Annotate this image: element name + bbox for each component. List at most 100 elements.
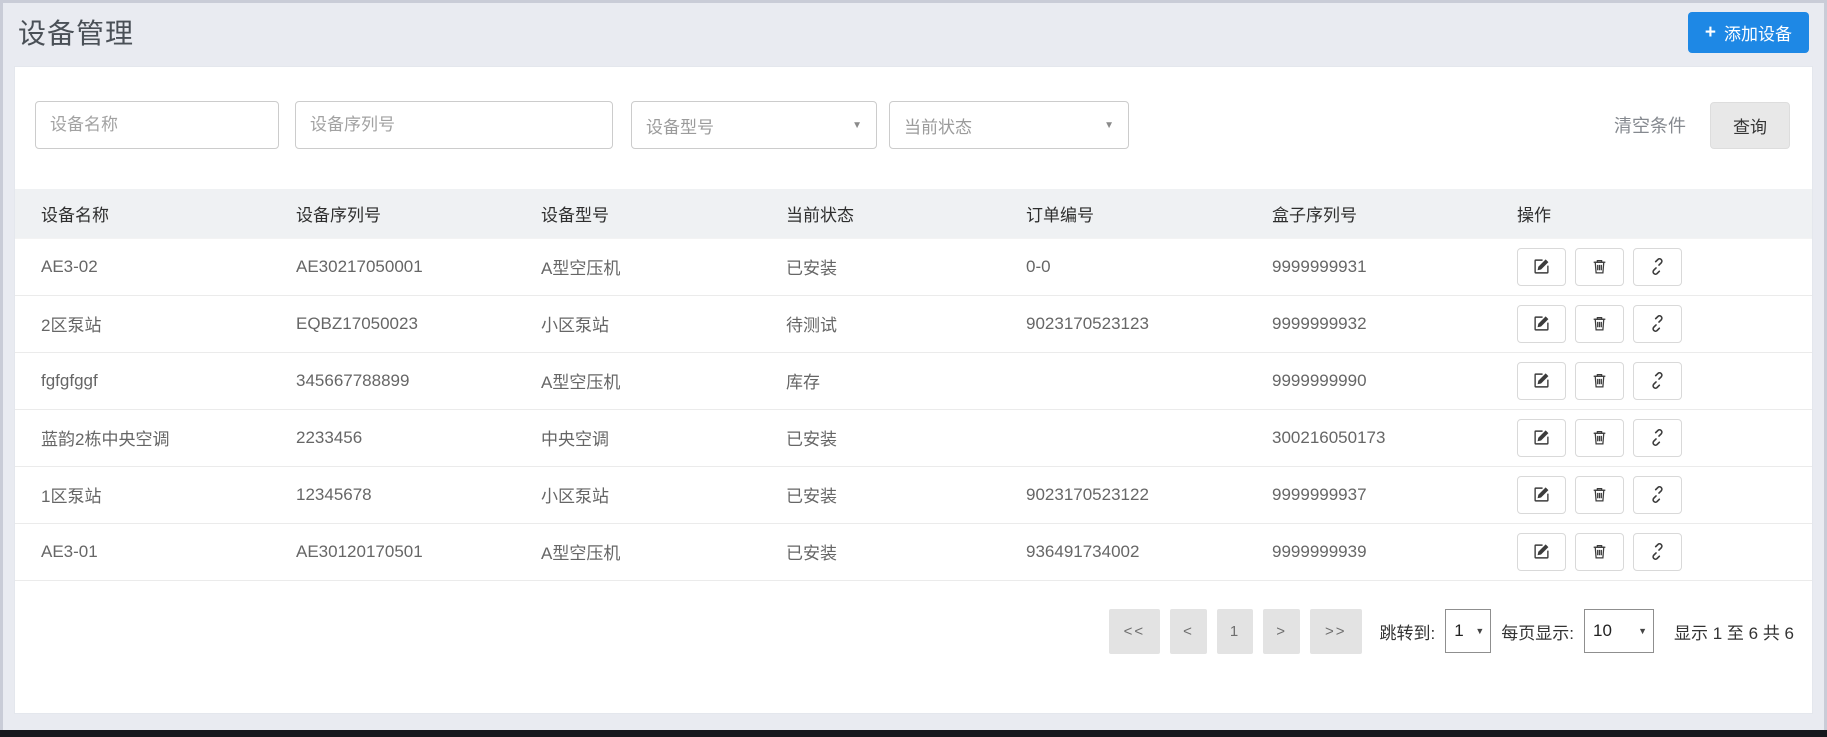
cell-device-serial: 12345678 (296, 466, 541, 524)
edit-button[interactable] (1517, 247, 1566, 286)
edit-icon (1534, 316, 1549, 331)
cell-device-serial: AE30120170501 (296, 523, 541, 581)
col-header-actions: 操作 (1517, 189, 1812, 238)
cell-status: 已安装 (786, 237, 1026, 296)
content-card: 设备型号 ▼ 当前状态 ▼ 清空条件 查询 设备名称 设备序列号 设备型号 当前… (14, 66, 1813, 714)
cell-device-serial: 345667788899 (296, 352, 541, 410)
next-page-button[interactable]: > (1263, 608, 1301, 654)
cell-order-number (1026, 352, 1272, 410)
unlink-button[interactable] (1633, 247, 1682, 286)
col-header-box: 盒子序列号 (1272, 189, 1517, 238)
device-model-select-value: 设备型号 (646, 117, 714, 137)
trash-icon (1593, 374, 1606, 388)
cell-device-model: A型空压机 (541, 237, 786, 296)
cell-order-number: 9023170523122 (1026, 466, 1272, 524)
trash-icon (1593, 545, 1606, 559)
trash-icon (1593, 317, 1606, 331)
cell-box-serial: 9999999990 (1272, 352, 1517, 410)
chevron-down-icon: ▼ (852, 119, 862, 131)
unlink-button[interactable] (1633, 361, 1682, 400)
trash-icon (1593, 260, 1606, 274)
cell-device-model: 小区泵站 (541, 295, 786, 353)
col-header-name: 设备名称 (15, 189, 296, 238)
cell-device-model: A型空压机 (541, 523, 786, 581)
prev-page-button[interactable]: < (1170, 608, 1207, 654)
delete-button[interactable] (1575, 418, 1624, 457)
unlink-icon (1652, 486, 1663, 503)
cell-box-serial: 9999999939 (1272, 523, 1517, 581)
delete-button[interactable] (1575, 361, 1624, 400)
page-title: 设备管理 (18, 18, 135, 49)
cell-order-number: 0-0 (1026, 237, 1272, 296)
cell-order-number (1026, 409, 1272, 467)
device-name-input[interactable] (35, 101, 279, 149)
table-row: AE3-02 AE30217050001 A型空压机 已安装 0-0 99999… (15, 237, 1812, 296)
cell-device-serial: AE30217050001 (296, 237, 541, 296)
cell-actions (1517, 409, 1812, 467)
unlink-icon (1652, 429, 1663, 446)
cell-actions (1517, 466, 1812, 524)
delete-button[interactable] (1575, 475, 1624, 514)
cell-box-serial: 300216050173 (1272, 409, 1517, 467)
per-page-select[interactable]: 10 ▼ (1584, 609, 1655, 653)
result-summary: 显示 1 至 6 共 6 (1674, 623, 1794, 643)
device-model-select[interactable]: 设备型号 ▼ (631, 101, 877, 149)
unlink-icon (1652, 258, 1663, 275)
cell-box-serial: 9999999937 (1272, 466, 1517, 524)
device-table: 设备名称 设备序列号 设备型号 当前状态 订单编号 盒子序列号 操作 AE3-0… (15, 189, 1812, 581)
edit-button[interactable] (1517, 532, 1566, 571)
col-header-serial: 设备序列号 (296, 189, 541, 238)
unlink-icon (1652, 315, 1663, 332)
cell-order-number: 9023170523123 (1026, 295, 1272, 353)
cell-device-name: 蓝韵2栋中央空调 (15, 409, 296, 467)
current-status-select[interactable]: 当前状态 ▼ (889, 101, 1129, 149)
trash-icon (1593, 431, 1606, 445)
cell-device-name: AE3-01 (15, 523, 296, 581)
first-page-button[interactable]: << (1108, 608, 1161, 654)
cell-box-serial: 9999999931 (1272, 237, 1517, 296)
edit-button[interactable] (1517, 304, 1566, 343)
cell-status: 已安装 (786, 466, 1026, 524)
delete-button[interactable] (1575, 532, 1624, 571)
trash-icon (1593, 488, 1606, 502)
per-page-select-value: 10 (1593, 621, 1612, 640)
unlink-icon (1652, 543, 1663, 560)
jump-to-select-value: 1 (1454, 621, 1464, 640)
cell-actions (1517, 295, 1812, 353)
jump-to-select[interactable]: 1 ▼ (1445, 609, 1492, 653)
edit-button[interactable] (1517, 418, 1566, 457)
clear-conditions-link[interactable]: 清空条件 (1614, 112, 1686, 138)
cell-actions (1517, 237, 1812, 296)
table-row: fgfgfggf 345667788899 A型空压机 库存 999999999… (15, 352, 1812, 410)
cell-box-serial: 9999999932 (1272, 295, 1517, 353)
chevron-down-icon: ▼ (1475, 626, 1485, 636)
chevron-down-icon: ▼ (1104, 119, 1114, 131)
edit-icon (1534, 544, 1549, 559)
current-page-button[interactable]: 1 (1216, 608, 1254, 654)
table-row: 蓝韵2栋中央空调 2233456 中央空调 已安装 300216050173 (15, 409, 1812, 467)
unlink-button[interactable] (1633, 475, 1682, 514)
cell-order-number: 936491734002 (1026, 523, 1272, 581)
edit-button[interactable] (1517, 361, 1566, 400)
cell-status: 已安装 (786, 523, 1026, 581)
cell-device-name: 2区泵站 (15, 295, 296, 353)
col-header-order: 订单编号 (1026, 189, 1272, 238)
cell-device-model: A型空压机 (541, 352, 786, 410)
delete-button[interactable] (1575, 247, 1624, 286)
last-page-button[interactable]: >> (1310, 608, 1362, 654)
window-bottom-edge (0, 730, 1827, 737)
cell-actions (1517, 523, 1812, 581)
edit-icon (1534, 487, 1549, 502)
unlink-button[interactable] (1633, 418, 1682, 457)
delete-button[interactable] (1575, 304, 1624, 343)
edit-button[interactable] (1517, 475, 1566, 514)
plus-icon: + (1704, 21, 1716, 43)
table-row: AE3-01 AE30120170501 A型空压机 已安装 936491734… (15, 523, 1812, 581)
unlink-button[interactable] (1633, 304, 1682, 343)
per-page-label: 每页显示: (1501, 623, 1575, 643)
add-device-button[interactable]: + 添加设备 (1687, 11, 1809, 53)
device-serial-input[interactable] (295, 101, 613, 149)
unlink-button[interactable] (1633, 532, 1682, 571)
search-button[interactable]: 查询 (1710, 101, 1790, 149)
cell-device-name: 1区泵站 (15, 466, 296, 524)
